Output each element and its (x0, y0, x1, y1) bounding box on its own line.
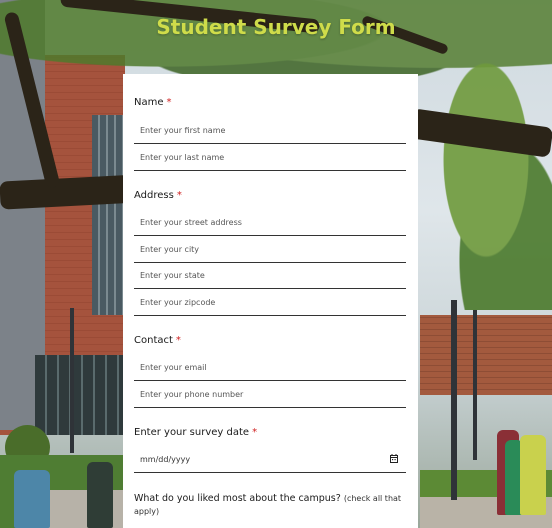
contact-required-mark: * (175, 335, 181, 346)
lamp-post (473, 310, 477, 460)
city-placeholder: Enter your city (140, 245, 200, 254)
survey-date-input[interactable]: mm/dd/yyyy (134, 447, 406, 473)
phone-placeholder: Enter your phone number (140, 390, 244, 399)
state-input[interactable]: Enter your state (134, 263, 406, 289)
name-required-mark: * (166, 97, 172, 108)
survey-date-label: Enter your survey date * (134, 427, 257, 438)
calendar-icon[interactable] (390, 454, 398, 466)
building-ground-floor (35, 355, 125, 435)
phone-input[interactable]: Enter your phone number (134, 382, 406, 408)
street-address-placeholder: Enter your street address (140, 218, 242, 227)
survey-date-label-text: Enter your survey date (134, 427, 250, 438)
tree-canopy-right (420, 60, 552, 310)
contact-label-text: Contact (134, 335, 173, 346)
contact-label: Contact * (134, 335, 181, 346)
first-name-placeholder: Enter your first name (140, 126, 226, 135)
zipcode-input[interactable]: Enter your zipcode (134, 290, 406, 316)
address-required-mark: * (176, 190, 182, 201)
survey-form-card: Name * Enter your first name Enter your l… (123, 74, 418, 528)
zipcode-placeholder: Enter your zipcode (140, 298, 216, 307)
last-name-input[interactable]: Enter your last name (134, 145, 406, 171)
address-label: Address * (134, 190, 182, 201)
student-figure (520, 435, 546, 515)
walkway-left (40, 490, 130, 528)
survey-date-required-mark: * (252, 427, 258, 438)
building-windows (92, 115, 126, 315)
page-title: Student Survey Form (156, 15, 396, 39)
student-figure (87, 462, 113, 528)
first-name-input[interactable]: Enter your first name (134, 118, 406, 144)
name-label: Name * (134, 97, 172, 108)
brick-building-right (420, 315, 552, 395)
survey-date-value: mm/dd/yyyy (140, 455, 191, 464)
email-placeholder: Enter your email (140, 363, 207, 372)
street-address-input[interactable]: Enter your street address (134, 210, 406, 236)
liked-most-question-text: What do you liked most about the campus? (134, 493, 341, 504)
address-label-text: Address (134, 190, 174, 201)
lamp-post (451, 300, 457, 500)
liked-most-question: What do you liked most about the campus?… (134, 492, 406, 518)
city-input[interactable]: Enter your city (134, 237, 406, 263)
lamp-post (70, 308, 74, 453)
last-name-placeholder: Enter your last name (140, 153, 225, 162)
name-label-text: Name (134, 97, 164, 108)
state-placeholder: Enter your state (140, 271, 205, 280)
email-input[interactable]: Enter your email (134, 355, 406, 381)
student-figure (14, 470, 50, 528)
